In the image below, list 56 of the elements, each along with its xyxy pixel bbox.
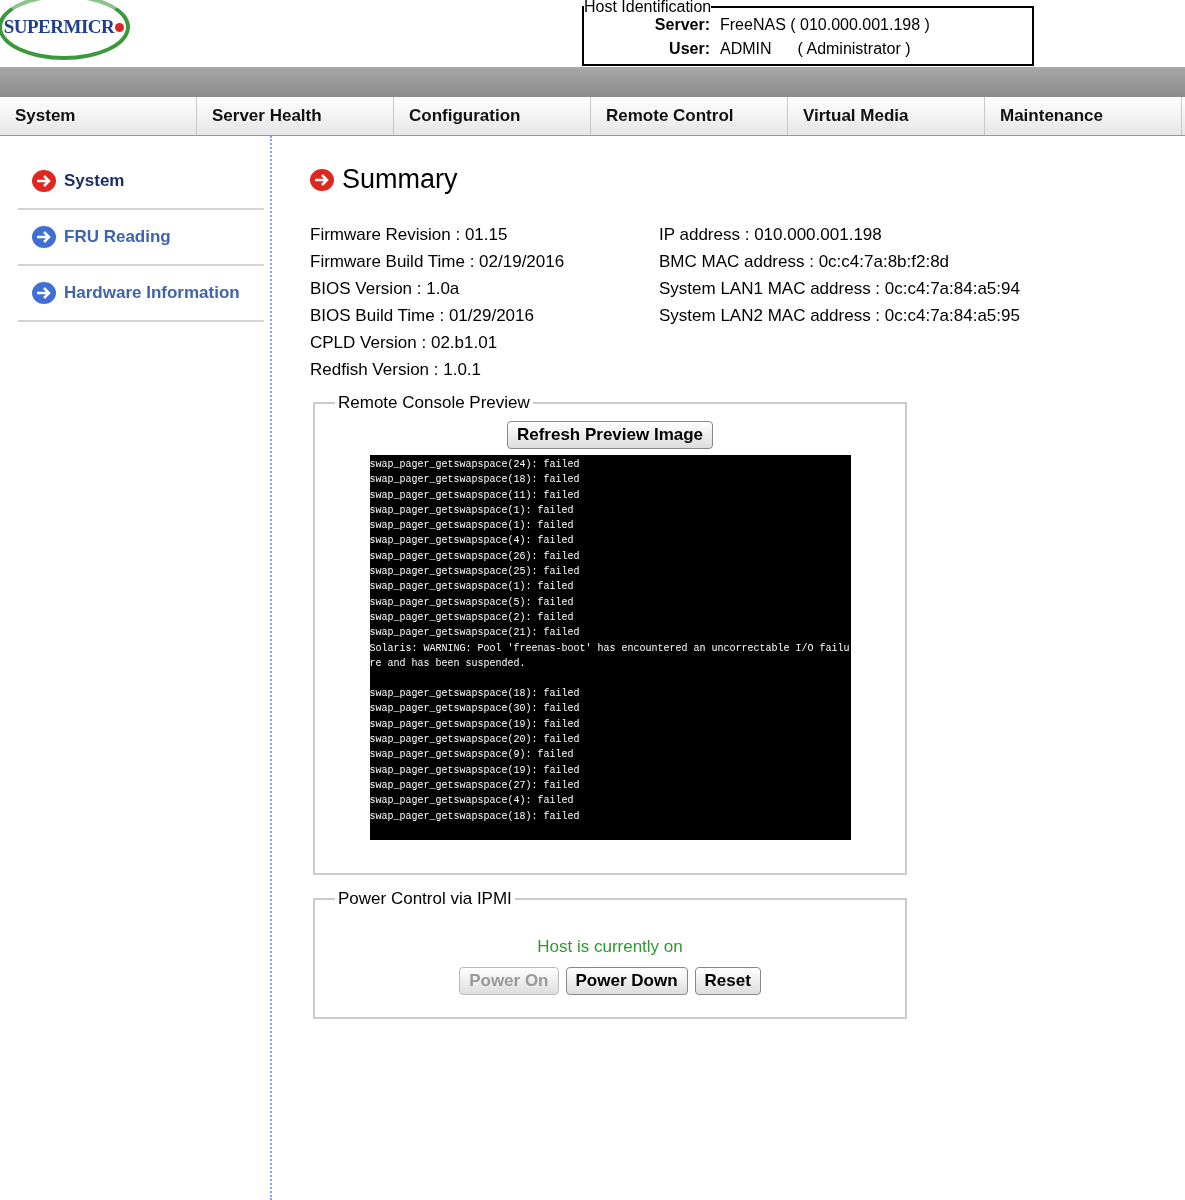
power-button[interactable]: Power Down	[565, 967, 688, 995]
info-line: BMC MAC address : 0c:c4:7a:8b:f2:8d	[659, 251, 950, 273]
nav-tab[interactable]: Server Health	[197, 97, 394, 135]
console-line: swap_pager_getswapspace(2): failed	[369, 610, 575, 625]
console-line: swap_pager_getswapspace(18): failed	[369, 687, 581, 702]
console-line: swap_pager_getswapspace(1): failed	[369, 503, 575, 518]
host-identification-legend: Host Identification	[584, 0, 712, 14]
user-label: User:	[668, 40, 711, 58]
power-button[interactable]: Reset	[694, 967, 761, 995]
nav-tab[interactable]: System	[0, 97, 197, 135]
console-line: swap_pager_getswapspace(30): failed	[369, 702, 581, 717]
nav-tab[interactable]: Virtual Media	[788, 97, 985, 135]
console-line: re and has been suspended.	[369, 656, 527, 671]
info-line: Firmware Revision : 01.15	[310, 224, 508, 246]
console-line: swap_pager_getswapspace(27): failed	[369, 778, 581, 793]
refresh-button[interactable]: Refresh Preview Image	[506, 421, 714, 449]
user-role: ( Administrator )	[797, 40, 911, 58]
console-line: swap_pager_getswapspace(19): failed	[369, 763, 581, 778]
nav-tab[interactable]: Remote Control	[591, 97, 788, 135]
console-line: swap_pager_getswapspace(19): failed	[369, 717, 581, 732]
panel-legend: Remote Console Preview	[335, 393, 533, 413]
info-line: System LAN1 MAC address : 0c:c4:7a:84:a5:94	[659, 278, 1020, 300]
console-line: Solaris: WARNING: Pool 'freenas-boot' has encountered an uncorrectable I/O failu	[369, 641, 851, 656]
user-value: ADMIN	[720, 40, 772, 58]
console-line: swap_pager_getswapspace(24): failed	[369, 458, 581, 472]
console-line: swap_pager_getswapspace(9): failed	[369, 748, 575, 763]
console-line: swap_pager_getswapspace(26): failed	[369, 549, 581, 564]
info-line: Redfish Version : 1.0.1	[310, 359, 482, 381]
console-line: swap_pager_getswapspace(21): failed	[369, 626, 581, 641]
console-line: swap_pager_getswapspace(1): failed	[369, 519, 575, 534]
logo: SUPERMICR	[0, 0, 130, 60]
console-line: swap_pager_getswapspace(18): failed	[369, 473, 581, 488]
nav-tab[interactable]: Configuration	[394, 97, 591, 135]
sidebar-item[interactable]: System	[18, 154, 264, 210]
console-line: swap_pager_getswapspace(5): failed	[369, 595, 575, 610]
console-line: swap_pager_getswapspace(25): failed	[369, 565, 581, 580]
console-line: swap_pager_getswapspace(4): failed	[369, 534, 575, 549]
page-title: Summary	[342, 164, 458, 195]
console-line: swap_pager_getswapspace(11): failed	[369, 488, 581, 503]
info-line: Firmware Build Time : 02/19/2016	[310, 251, 565, 273]
server-value: FreeNAS ( 010.000.001.198 )	[720, 16, 931, 34]
info-line: System LAN2 MAC address : 0c:c4:7a:84:a5:95	[659, 305, 1020, 327]
console-line: swap_pager_getswapspace(1): failed	[369, 580, 575, 595]
server-label: Server:	[653, 16, 711, 34]
console-line: swap_pager_getswapspace(20): failed	[369, 733, 581, 748]
info-line: BIOS Version : 1.0a	[310, 278, 460, 300]
nav-tab[interactable]: Maintenance	[985, 97, 1182, 135]
sidebar-item[interactable]: Hardware Information	[18, 266, 264, 322]
host-status: Host is currently on	[537, 937, 683, 957]
sidebar-item[interactable]: FRU Reading	[18, 210, 264, 266]
panel-legend: Power Control via IPMI	[335, 889, 515, 909]
info-line: IP address : 010.000.001.198	[659, 224, 882, 246]
info-line: BIOS Build Time : 01/29/2016	[310, 305, 534, 327]
console-line: swap_pager_getswapspace(4): failed	[369, 794, 575, 809]
info-line: CPLD Version : 02.b1.01	[310, 332, 498, 354]
console-line: swap_pager_getswapspace(18): failed	[369, 809, 581, 824]
